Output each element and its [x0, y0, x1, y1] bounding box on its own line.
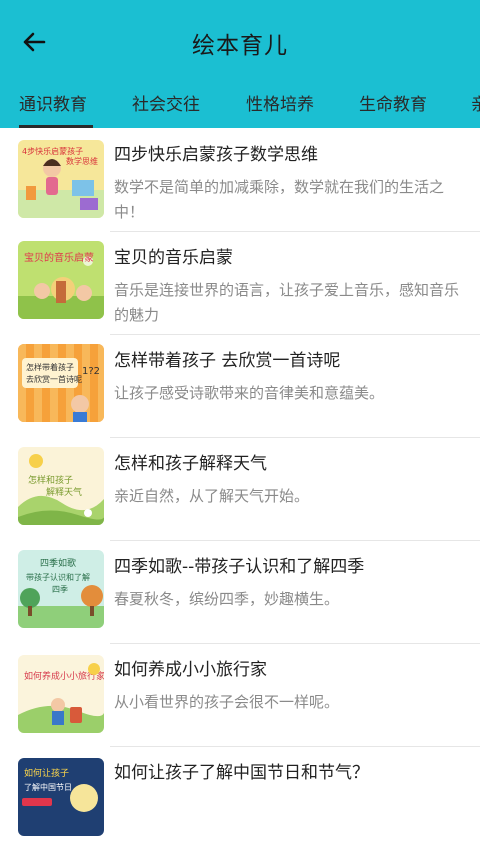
svg-text:4步快乐启蒙孩子: 4步快乐启蒙孩子: [22, 146, 83, 156]
tab-social-interaction[interactable]: 社会交往: [132, 90, 200, 115]
svg-text:怎样带着孩子: 怎样带着孩子: [26, 362, 74, 372]
list-item[interactable]: 如何养成小小旅行家 如何养成小小旅行家 从小看世界的孩子会很不一样呢。: [0, 643, 480, 747]
list-item[interactable]: 四季如歌 带孩子认识和了解 四季 四季如歌--带孩子认识和了解四季 春夏秋冬，缤…: [0, 540, 480, 644]
list-item[interactable]: 如何让孩子 了解中国节日 如何让孩子了解中国节日和节气？: [0, 746, 480, 850]
app-header: 绘本育儿 通识教育 社会交往 性格培养 生命教育 亲: [0, 0, 480, 128]
article-thumbnail: 怎样带着孩子 去欣赏一首诗呢 1?2: [18, 344, 104, 422]
article-title: 如何养成小小旅行家: [114, 660, 267, 680]
article-title: 四季如歌--带孩子认识和了解四季: [114, 557, 365, 577]
svg-text:解释天气: 解释天气: [46, 486, 82, 498]
tab-life-education[interactable]: 生命教育: [359, 90, 427, 115]
svg-text:了解中国节日: 了解中国节日: [24, 782, 72, 792]
article-description: 春夏秋冬，缤纷四季，妙趣横生。: [114, 590, 340, 608]
tab-parent-child[interactable]: 亲: [471, 90, 480, 115]
svg-text:数学思维: 数学思维: [66, 156, 98, 166]
svg-text:四季如歌: 四季如歌: [40, 557, 76, 569]
article-title: 四步快乐启蒙孩子数学思维: [114, 145, 318, 165]
article-description: 亲近自然，从了解天气开始。: [114, 487, 310, 505]
article-thumbnail: 如何养成小小旅行家: [18, 655, 104, 733]
article-description: 数学不是简单的加减乘除，数学就在我们的生活之中！: [114, 178, 445, 221]
svg-text:带孩子认识和了解: 带孩子认识和了解: [26, 572, 90, 582]
list-item[interactable]: 怎样带着孩子 去欣赏一首诗呢 1?2 怎样带着孩子 去欣赏一首诗呢 让孩子感受诗…: [0, 334, 480, 438]
list-item[interactable]: 怎样和孩子 解释天气 怎样和孩子解释天气 亲近自然，从了解天气开始。: [0, 437, 480, 541]
svg-text:宝贝的音乐启蒙: 宝贝的音乐启蒙: [24, 251, 94, 264]
article-description: 让孩子感受诗歌带来的音律美和意蕴美。: [114, 384, 385, 402]
svg-text:怎样和孩子: 怎样和孩子: [28, 474, 73, 486]
tab-general-education[interactable]: 通识教育: [19, 90, 87, 115]
article-description: 从小看世界的孩子会很不一样呢。: [114, 693, 340, 711]
article-title: 怎样和孩子解释天气: [114, 454, 267, 474]
article-description: 音乐是连接世界的语言，让孩子爱上音乐，感知音乐的魅力: [114, 281, 460, 324]
svg-text:如何让孩子: 如何让孩子: [24, 767, 69, 779]
article-thumbnail: 宝贝的音乐启蒙: [18, 241, 104, 319]
category-tabs: 通识教育 社会交往 性格培养 生命教育 亲: [0, 84, 480, 128]
article-title: 怎样带着孩子 去欣赏一首诗呢: [114, 351, 341, 371]
list-item[interactable]: 4步快乐启蒙孩子 数学思维 四步快乐启蒙孩子数学思维 数学不是简单的加减乘除，数…: [0, 128, 480, 232]
article-thumbnail: 4步快乐启蒙孩子 数学思维: [18, 140, 104, 218]
article-title: 宝贝的音乐启蒙: [114, 248, 233, 268]
article-thumbnail: 四季如歌 带孩子认识和了解 四季: [18, 550, 104, 628]
article-thumbnail: 怎样和孩子 解释天气: [18, 447, 104, 525]
page-title: 绘本育儿: [192, 33, 288, 59]
svg-text:1?2: 1?2: [82, 366, 100, 377]
list-item[interactable]: 宝贝的音乐启蒙 宝贝的音乐启蒙 音乐是连接世界的语言，让孩子爱上音乐，感知音乐的…: [0, 231, 480, 335]
article-thumbnail: 如何让孩子 了解中国节日: [18, 758, 104, 836]
article-title: 如何让孩子了解中国节日和节气？: [114, 763, 369, 783]
svg-text:四季: 四季: [52, 584, 68, 594]
svg-text:去欣赏一首诗呢: 去欣赏一首诗呢: [26, 374, 82, 384]
tab-character-building[interactable]: 性格培养: [246, 90, 314, 115]
